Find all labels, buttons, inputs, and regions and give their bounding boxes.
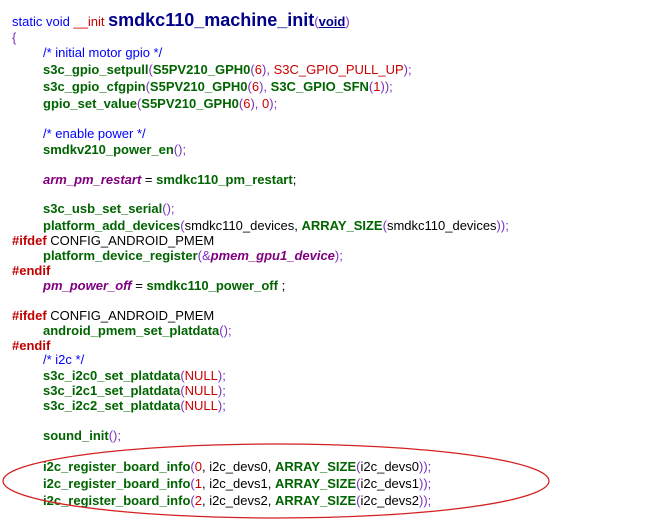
init-macro: __init: [73, 14, 105, 29]
number: 6: [254, 62, 262, 77]
func-call: s3c_gpio_cfgpin: [43, 79, 146, 94]
paren: );: [217, 398, 226, 413]
func-call: platform_add_devices: [43, 218, 181, 233]
paren: ));: [380, 79, 393, 94]
directive: #ifdef: [12, 308, 47, 323]
semicolon: ;: [292, 172, 297, 187]
func-ref: smdkc110_pm_restart: [156, 172, 293, 187]
null-literal: NULL: [184, 368, 218, 383]
code-line-device-register: platform_device_register(&pmem_gpu1_devi…: [43, 247, 343, 265]
macro-sfn: S3C_GPIO_SFN: [270, 79, 369, 94]
param-void: void: [318, 14, 346, 29]
paren: ),: [259, 79, 268, 94]
paren: );: [334, 248, 343, 263]
variable: pmem_gpu1_device: [210, 248, 335, 263]
function-signature: static void __init smdkc110_machine_init…: [12, 9, 350, 31]
null-literal: NULL: [184, 383, 218, 398]
paren: ();: [173, 142, 187, 157]
paren: );: [403, 62, 412, 77]
code-line-power-off: pm_power_off = smdkc110_power_off ;: [43, 277, 285, 295]
paren: );: [217, 383, 226, 398]
func-call: platform_device_register: [43, 248, 198, 263]
macro-pull-up: S3C_GPIO_PULL_UP: [273, 62, 404, 77]
code-line-i2c2: s3c_i2c2_set_platdata(NULL);: [43, 397, 226, 415]
paren: ));: [496, 218, 509, 233]
null-literal: NULL: [184, 398, 218, 413]
func-call: s3c_i2c1_set_platdata: [43, 383, 181, 398]
operator: =: [131, 278, 147, 293]
macro: S5PV210_GPH0: [141, 96, 239, 111]
operator: =: [141, 172, 157, 187]
red-ellipse-annotation: [2, 443, 550, 519]
paren: ();: [162, 201, 175, 216]
code-line-cfgpin: s3c_gpio_cfgpin(S5PV210_GPH0(6), S3C_GPI…: [43, 78, 393, 96]
func-call: smdkv210_power_en: [43, 142, 174, 157]
number: 6: [251, 79, 260, 94]
paren: ): [345, 14, 350, 29]
paren: ();: [219, 323, 232, 338]
function-name: smdkc110_machine_init: [108, 10, 315, 30]
directive: #ifdef: [12, 233, 47, 248]
number: 1: [373, 79, 381, 94]
ampersand: &: [201, 248, 211, 263]
func-call: s3c_i2c0_set_platdata: [43, 368, 181, 383]
func-ref: smdkc110_power_off: [146, 278, 278, 293]
keyword-static: static: [12, 14, 43, 29]
code-line-pmem-platdata: android_pmem_set_platdata();: [43, 322, 232, 340]
directive-arg: CONFIG_ANDROID_PMEM: [46, 308, 215, 323]
paren: );: [269, 96, 278, 111]
argument: smdkc110_devices,: [184, 218, 302, 233]
code-line-pm-restart: arm_pm_restart = smdkc110_pm_restart;: [43, 171, 296, 189]
code-line-power-en: smdkv210_power_en();: [43, 141, 186, 159]
func-call: gpio_set_value: [43, 96, 137, 111]
variable: pm_power_off: [43, 278, 132, 293]
directive-arg: CONFIG_ANDROID_PMEM: [46, 233, 215, 248]
code-line-usb-serial: s3c_usb_set_serial();: [43, 200, 175, 218]
argument: smdkc110_devices: [386, 218, 497, 233]
paren: ),: [261, 62, 270, 77]
comment-motor-gpio: /* initial motor gpio */: [43, 45, 163, 60]
paren: );: [217, 368, 226, 383]
macro: S5PV210_GPH0: [149, 79, 248, 94]
semicolon: ;: [277, 278, 286, 293]
open-brace: {: [12, 30, 17, 45]
code-line-set-value: gpio_set_value(S5PV210_GPH0(6), 0);: [43, 95, 277, 113]
code-line-setpull: s3c_gpio_setpull(S5PV210_GPH0(6), S3C_GP…: [43, 61, 412, 79]
macro-array-size: ARRAY_SIZE: [301, 218, 383, 233]
keyword-void: void: [45, 14, 70, 29]
func-call: s3c_gpio_setpull: [43, 62, 149, 77]
func-call: s3c_usb_set_serial: [43, 201, 163, 216]
func-call: android_pmem_set_platdata: [43, 323, 220, 338]
highlight-oval: [2, 443, 550, 519]
func-call: s3c_i2c2_set_platdata: [43, 398, 181, 413]
variable: arm_pm_restart: [43, 172, 142, 187]
macro: S5PV210_GPH0: [152, 62, 251, 77]
